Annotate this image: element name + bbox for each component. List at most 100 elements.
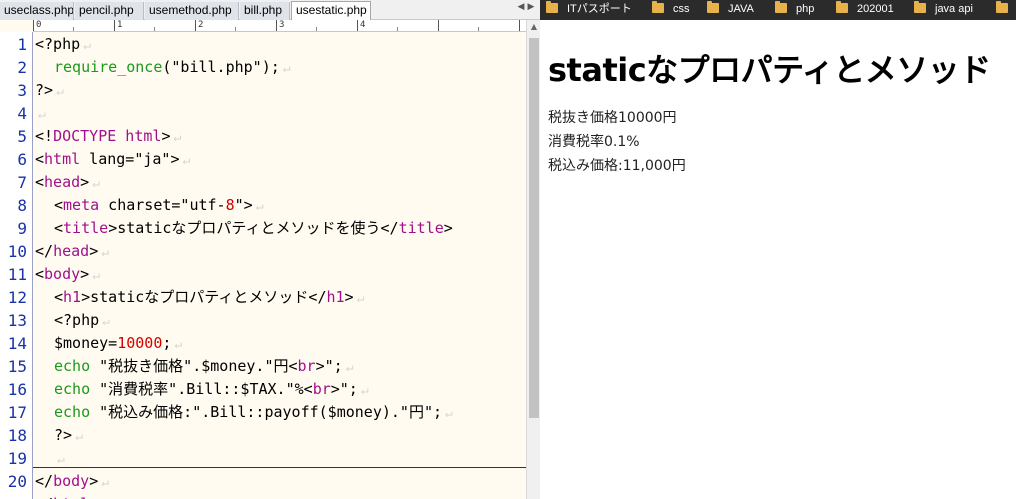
code-area[interactable]: <?php ↵ require_once("bill.php"); ↵ ?> ↵ ↵ … — [35, 32, 525, 499]
code-line[interactable]: <meta charset="utf-8"> ↵ — [35, 194, 264, 217]
code-text: < — [35, 150, 45, 168]
bookmark-folder-java[interactable]: JAVA — [707, 0, 754, 20]
code-text: ?> — [54, 426, 73, 444]
bookmark-folder-php[interactable]: php — [775, 0, 814, 20]
eol-mark: ↵ — [75, 429, 83, 444]
tab-scroll-arrows[interactable]: ◀ ▶ — [516, 2, 538, 18]
code-text: </ — [35, 242, 54, 260]
code-text: "消費税率".Bill::$TAX."%< — [90, 380, 313, 398]
code-tag-name: DOCTYPE html — [53, 127, 162, 145]
rendered-page: staticなプロパティとメソッド 税抜き価格10000円 消費税率0.1% 税… — [548, 20, 1008, 178]
code-tag-name: h1 — [326, 288, 345, 306]
ruler-label: 2 — [198, 20, 204, 30]
eol-mark: ↵ — [92, 268, 101, 283]
code-text: "> — [234, 196, 253, 214]
code-number: 8 — [225, 196, 235, 214]
code-line[interactable]: <h1>staticなプロパティとメソッド</h1> ↵ — [35, 286, 364, 309]
code-line[interactable]: require_once("bill.php"); ↵ — [35, 56, 291, 79]
editor-vertical-scrollbar[interactable]: ▲ — [526, 20, 540, 499]
ruler-tick — [276, 20, 277, 31]
output-price-with-tax: 税込み価格:11,000円 — [548, 158, 686, 174]
code-line[interactable]: ?> ↵ — [35, 79, 64, 102]
line-number: 1 — [17, 35, 27, 54]
code-line[interactable]: <html lang="ja"> ↵ — [35, 148, 190, 171]
code-line[interactable]: echo "消費税率".Bill::$TAX."%<br>"; ↵ — [35, 378, 369, 401]
code-line[interactable]: <body> ↵ — [35, 263, 100, 286]
browser-pane: ITパスポート css JAVA php 202001 java api sta… — [540, 0, 1016, 499]
code-keyword: echo — [54, 403, 91, 421]
bookmark-folder-overflow[interactable] — [996, 0, 1016, 20]
code-line[interactable]: <head> ↵ — [35, 171, 100, 194]
code-tag-name: head — [44, 173, 81, 191]
bookmark-label: 202001 — [857, 3, 894, 15]
line-number: 19 — [7, 449, 27, 468]
code-line[interactable]: <!DOCTYPE html> ↵ — [35, 125, 181, 148]
code-tag-name: br — [312, 380, 331, 398]
scroll-up-arrow-icon[interactable]: ▲ — [529, 22, 539, 34]
line-number: 7 — [17, 173, 27, 192]
code-line[interactable]: echo "税込み価格:".Bill::payoff($money)."円"; ↵ — [35, 401, 453, 424]
code-tag-name: title — [63, 219, 109, 237]
tab-bill[interactable]: bill.php — [240, 2, 290, 20]
code-keyword: echo — [54, 380, 91, 398]
code-line[interactable]: echo "税抜き価格".$money."円<br>"; ↵ — [35, 355, 354, 378]
code-text: $money= — [54, 334, 118, 352]
eol-mark: ↵ — [360, 383, 369, 398]
code-function: require_once — [54, 58, 163, 76]
bookmark-folder-it-passport[interactable]: ITパスポート — [546, 0, 632, 20]
bookmark-folder-css[interactable]: css — [652, 0, 690, 20]
line-number: 10 — [7, 242, 27, 261]
code-text: >"; — [330, 380, 358, 398]
code-line[interactable]: $money=10000; ↵ — [35, 332, 182, 355]
eol-mark: ↵ — [356, 291, 365, 306]
line-number: 3 — [17, 81, 27, 100]
code-line[interactable]: <?php ↵ — [35, 33, 91, 56]
folder-icon — [546, 1, 558, 13]
scrollbar-thumb[interactable] — [529, 38, 539, 418]
eol-mark: ↵ — [92, 176, 101, 191]
output-tax-rate: 消費税率0.1% — [548, 134, 640, 150]
eol-mark: ↵ — [345, 360, 354, 375]
eol-mark: ↵ — [57, 452, 65, 467]
code-line[interactable]: <?php ↵ — [35, 309, 110, 332]
code-text: < — [35, 265, 45, 283]
eol-mark: ↵ — [83, 38, 91, 53]
code-text: >staticなプロパティとメソッド</ — [81, 288, 327, 306]
line-number: 20 — [7, 472, 27, 491]
code-text: < — [54, 288, 64, 306]
page-output: 税抜き価格10000円 消費税率0.1% 税込み価格:11,000円 — [548, 106, 1008, 178]
code-line[interactable]: <title>staticなプロパティとメソッドを使う</title> — [35, 217, 453, 240]
line-number: 17 — [7, 403, 27, 422]
tab-usemethod[interactable]: usemethod.php — [145, 2, 239, 20]
code-text: charset="utf- — [99, 196, 226, 214]
code-line[interactable]: </body> ↵ — [35, 470, 109, 493]
code-text: "税込み価格:".Bill::payoff($money)."円"; — [90, 403, 443, 421]
folder-icon — [652, 1, 664, 13]
folder-icon — [775, 1, 787, 13]
code-tag-name: html — [44, 150, 81, 168]
code-line[interactable]: </html> — [35, 493, 98, 499]
tab-useclass[interactable]: useclass.php — [0, 2, 74, 20]
code-editor[interactable]: useclass.php pencil.php usemethod.php bi… — [0, 0, 540, 499]
ruler-tick — [33, 20, 34, 31]
eol-mark: ↵ — [56, 84, 64, 99]
code-line[interactable]: </head> ↵ — [35, 240, 109, 263]
column-ruler: 0 1 2 3 4 — [33, 20, 527, 32]
eol-mark: ↵ — [282, 61, 291, 76]
bookmark-folder-202001[interactable]: 202001 — [836, 0, 894, 20]
tab-usestatic[interactable]: usestatic.php — [291, 1, 371, 21]
tab-scroll-left-icon[interactable]: ◀ — [516, 2, 526, 12]
line-number: 8 — [17, 196, 27, 215]
code-text: < — [54, 196, 64, 214]
code-text: "税抜き価格".$money."円< — [90, 357, 298, 375]
code-line[interactable]: ?> ↵ — [35, 424, 83, 447]
code-line[interactable]: ↵ — [35, 102, 46, 125]
eol-mark: ↵ — [38, 107, 46, 122]
page-heading: staticなプロパティとメソッド — [548, 51, 991, 89]
bookmark-label: php — [796, 3, 815, 15]
tab-pencil[interactable]: pencil.php — [75, 2, 144, 20]
code-tag-name: br — [297, 357, 316, 375]
bookmark-folder-java-api[interactable]: java api — [914, 0, 973, 20]
tab-scroll-right-icon[interactable]: ▶ — [526, 2, 536, 12]
ruler-minor-tick — [478, 27, 479, 31]
